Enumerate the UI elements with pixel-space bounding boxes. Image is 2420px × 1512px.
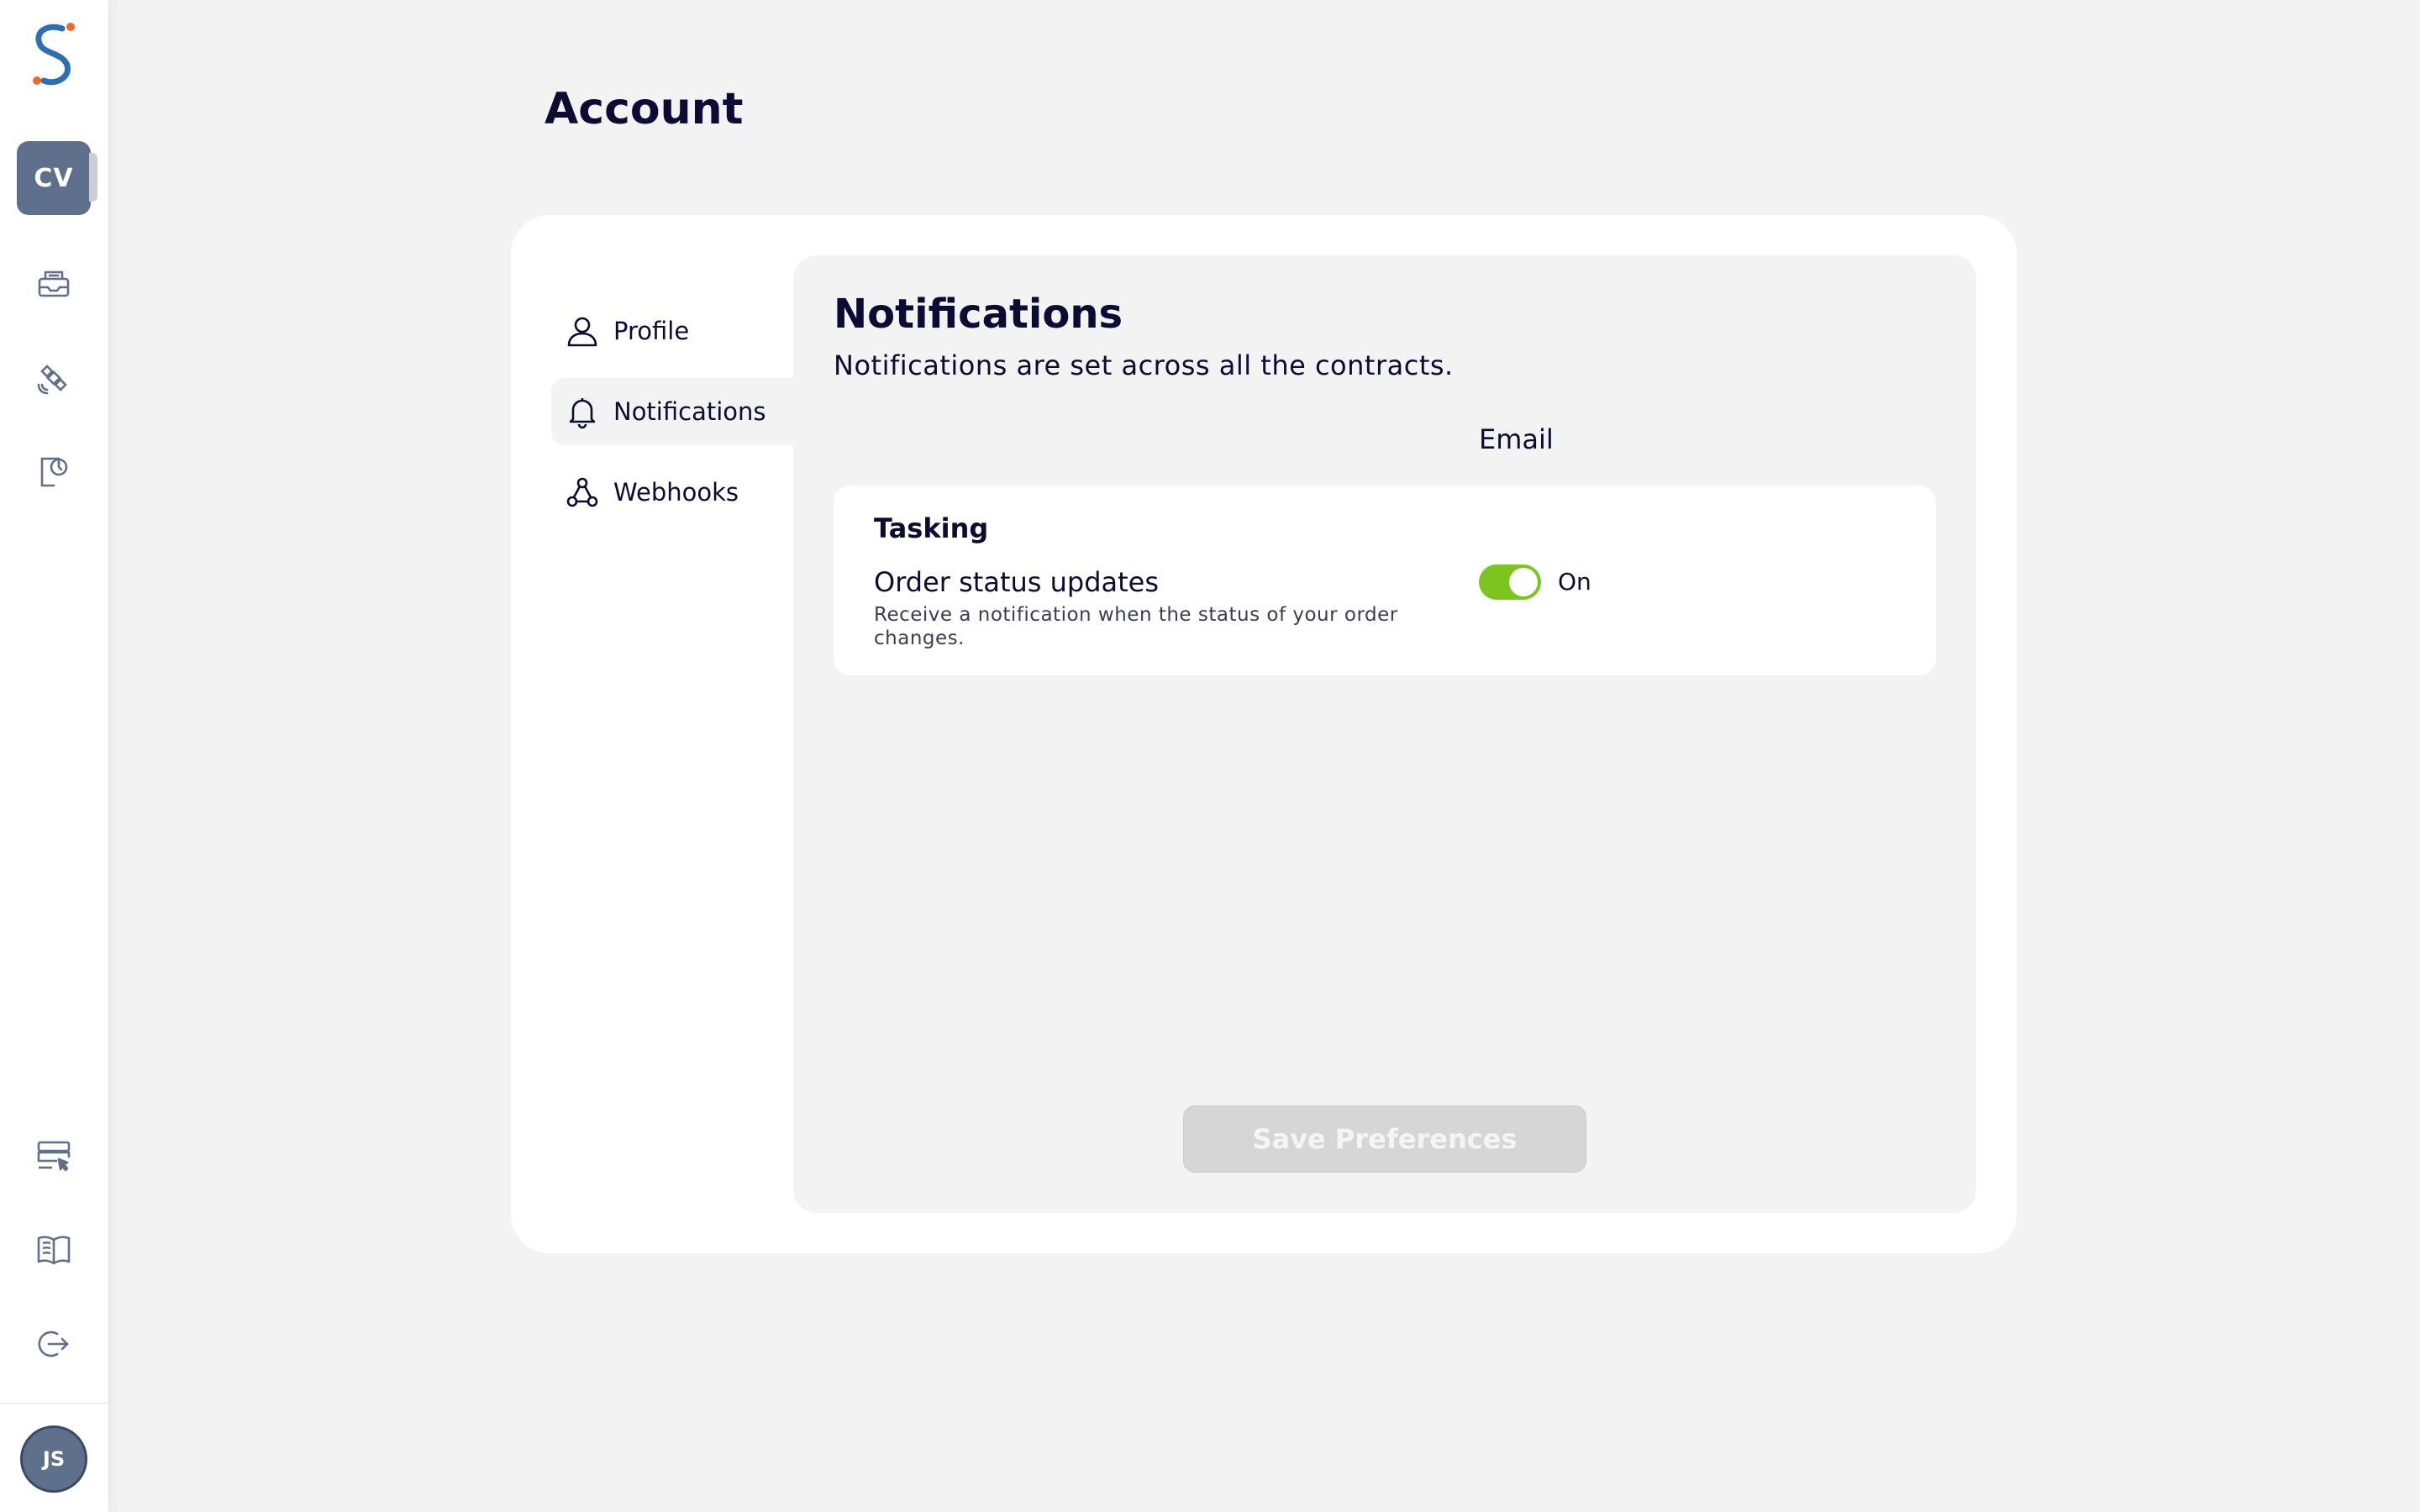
nav-inbox[interactable]: [34, 264, 74, 304]
column-header-email: Email: [1479, 423, 1554, 455]
save-preferences-button[interactable]: Save Preferences: [1183, 1105, 1586, 1173]
logo[interactable]: [30, 20, 79, 87]
clipboard-clock-icon: [40, 457, 68, 487]
menu-item-profile[interactable]: Profile: [551, 297, 803, 365]
email-toggle[interactable]: [1479, 564, 1541, 600]
toggle-knob: [1509, 568, 1538, 596]
notification-row-title: Order status updates: [874, 566, 1160, 598]
nav-docs[interactable]: [34, 1230, 74, 1270]
logout-icon: [38, 1331, 69, 1357]
toggle-label: On: [1558, 568, 1591, 596]
book-icon: [37, 1236, 71, 1265]
user-icon: [567, 317, 597, 347]
bell-icon: [569, 398, 596, 429]
sidebar-divider: [0, 1403, 109, 1404]
notifications-panel: Notifications Notifications are set acro…: [793, 255, 1976, 1213]
sidebar: CV JS: [0, 0, 109, 1512]
notification-row-description: Receive a notification when the status o…: [874, 604, 1398, 649]
account-card: Profile Notifications Webhooks Notificat…: [511, 215, 2017, 1253]
organization-switcher[interactable]: CV: [17, 141, 91, 215]
nav-orders[interactable]: [34, 452, 74, 492]
nav-tasking[interactable]: [34, 358, 74, 398]
section-subtitle: Notifications are set across all the con…: [834, 349, 1454, 381]
page-title: Account: [544, 84, 744, 134]
menu-item-label: Notifications: [613, 397, 766, 426]
server-cursor-icon: [37, 1141, 71, 1172]
webhook-icon: [566, 477, 598, 507]
group-title: Tasking: [874, 512, 989, 544]
satellite-icon: [37, 365, 67, 395]
active-indicator: [89, 153, 97, 202]
organization-initials: CV: [34, 163, 74, 193]
nav-logout[interactable]: [34, 1324, 74, 1364]
menu-item-label: Webhooks: [613, 478, 739, 507]
inbox-icon: [38, 270, 70, 297]
menu-item-label: Profile: [613, 317, 690, 345]
user-avatar[interactable]: JS: [20, 1425, 87, 1493]
notification-group-card: Tasking Order status updates Receive a n…: [834, 486, 1936, 675]
nav-api[interactable]: [34, 1136, 74, 1176]
menu-item-notifications[interactable]: Notifications: [551, 378, 803, 445]
menu-item-webhooks[interactable]: Webhooks: [551, 459, 803, 526]
user-initials: JS: [42, 1447, 66, 1471]
section-title: Notifications: [834, 291, 1123, 338]
